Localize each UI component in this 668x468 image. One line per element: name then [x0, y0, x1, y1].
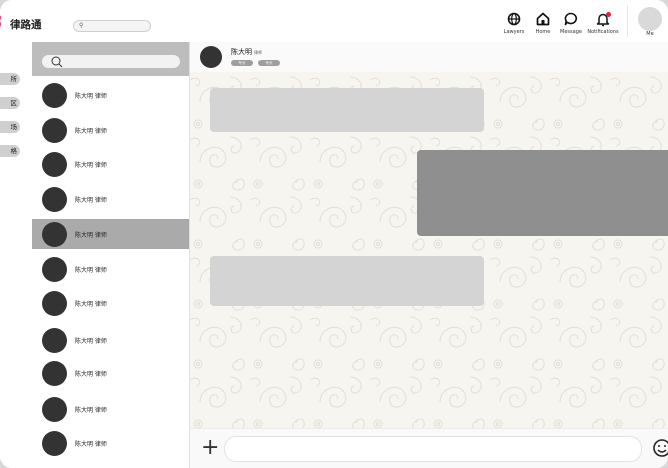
- nav-notifications[interactable]: Notifications: [585, 10, 621, 35]
- contact-avatar: [42, 118, 67, 143]
- nav-message-label: Message: [560, 29, 582, 35]
- side-filter-nav: 所 区 场 格: [0, 42, 32, 468]
- contact-name: 陈大明 律师: [75, 301, 107, 308]
- contact-avatar: [42, 187, 67, 212]
- contact-list-item[interactable]: 陈大明 律师: [32, 184, 189, 214]
- contact-avatar: [42, 291, 67, 316]
- contact-list-item[interactable]: 陈大明 律师: [32, 394, 189, 424]
- contact-avatar: [42, 83, 67, 108]
- bell-icon: [596, 13, 610, 27]
- contact-name: 陈大明 律师: [75, 407, 107, 414]
- contact-name: 陈大明 律师: [75, 267, 107, 274]
- chat-contact-name: 陈大明 律师: [231, 48, 262, 56]
- contact-avatar: [42, 257, 67, 282]
- outgoing-message-bubble: [417, 150, 668, 236]
- search-icon: ⚲: [79, 22, 84, 29]
- contact-avatar: [42, 361, 67, 386]
- notification-badge: [606, 12, 611, 17]
- contact-list-header: [32, 42, 189, 76]
- contact-name: 陈大明 律师: [75, 371, 107, 378]
- incoming-message-bubble: [210, 88, 484, 132]
- contact-list-item[interactable]: 陈大明 律师: [32, 115, 189, 145]
- message-composer: +: [190, 428, 668, 468]
- specialty-tag: 专长: [258, 60, 280, 66]
- side-filter-item[interactable]: 场: [0, 121, 20, 133]
- chat-header: 陈大明 律师 专长 专长: [190, 42, 668, 72]
- me-label: Me: [646, 31, 654, 37]
- contact-name: 陈大明 律师: [75, 93, 107, 100]
- side-filter-item[interactable]: 格: [0, 145, 20, 157]
- contact-list-item[interactable]: 陈大明 律师: [32, 288, 189, 318]
- nav-notifications-label: Notifications: [587, 29, 619, 35]
- contact-name: 陈大明 律师: [75, 338, 107, 345]
- contact-avatar: [42, 397, 67, 422]
- contact-name: 陈大明 律师: [75, 128, 107, 135]
- app-window: 律路通 ⚲ Lawyers Home Message Notifications…: [0, 0, 668, 468]
- nav-message[interactable]: Message: [553, 10, 589, 35]
- contact-name: 陈大明 律师: [75, 232, 107, 239]
- emoji-icon[interactable]: [651, 437, 668, 459]
- contact-search-input[interactable]: [42, 55, 180, 68]
- logo-icon: [0, 15, 2, 27]
- side-filter-item[interactable]: 区: [0, 97, 20, 109]
- contact-list-item[interactable]: 陈大明 律师: [32, 325, 189, 355]
- chat-contact-title: 律师: [254, 50, 262, 55]
- specialty-tag: 专长: [231, 60, 253, 66]
- contact-name: 陈大明 律师: [75, 197, 107, 204]
- incoming-message-bubble: [210, 256, 484, 306]
- top-bar: 律路通 ⚲ Lawyers Home Message Notifications…: [0, 0, 668, 43]
- contact-avatar: [42, 431, 67, 456]
- contact-list-item[interactable]: 陈大明 律师: [32, 149, 189, 179]
- me-avatar[interactable]: [638, 7, 662, 31]
- chat-pane: 陈大明 律师 专长 专长 +: [190, 42, 668, 468]
- contact-list: 陈大明 律师 陈大明 律师 陈大明 律师 陈大明 律师 陈大明 律师 陈大明 律…: [32, 42, 189, 468]
- contact-avatar: [42, 152, 67, 177]
- message-icon: [564, 12, 578, 26]
- contact-list-item[interactable]: 陈大明 律师: [32, 428, 189, 458]
- add-attachment-button[interactable]: +: [201, 434, 219, 462]
- contact-list-item[interactable]: 陈大明 律师: [32, 254, 189, 284]
- side-filter-item[interactable]: 所: [0, 73, 20, 85]
- contact-list-item-active[interactable]: 陈大明 律师: [32, 219, 189, 249]
- brand-name: 律路通: [10, 19, 42, 31]
- contact-avatar: [42, 328, 67, 353]
- contact-list-item[interactable]: 陈大明 律师: [32, 80, 189, 110]
- chat-contact-avatar[interactable]: [200, 46, 222, 68]
- search-icon: [51, 56, 63, 68]
- contact-name: 陈大明 律师: [75, 441, 107, 448]
- global-search-input[interactable]: ⚲: [73, 20, 151, 32]
- contact-list-item[interactable]: 陈大明 律师: [32, 358, 189, 388]
- contact-avatar: [42, 222, 67, 247]
- header-divider: [627, 5, 628, 37]
- contact-name: 陈大明 律师: [75, 162, 107, 169]
- message-input[interactable]: [224, 436, 642, 462]
